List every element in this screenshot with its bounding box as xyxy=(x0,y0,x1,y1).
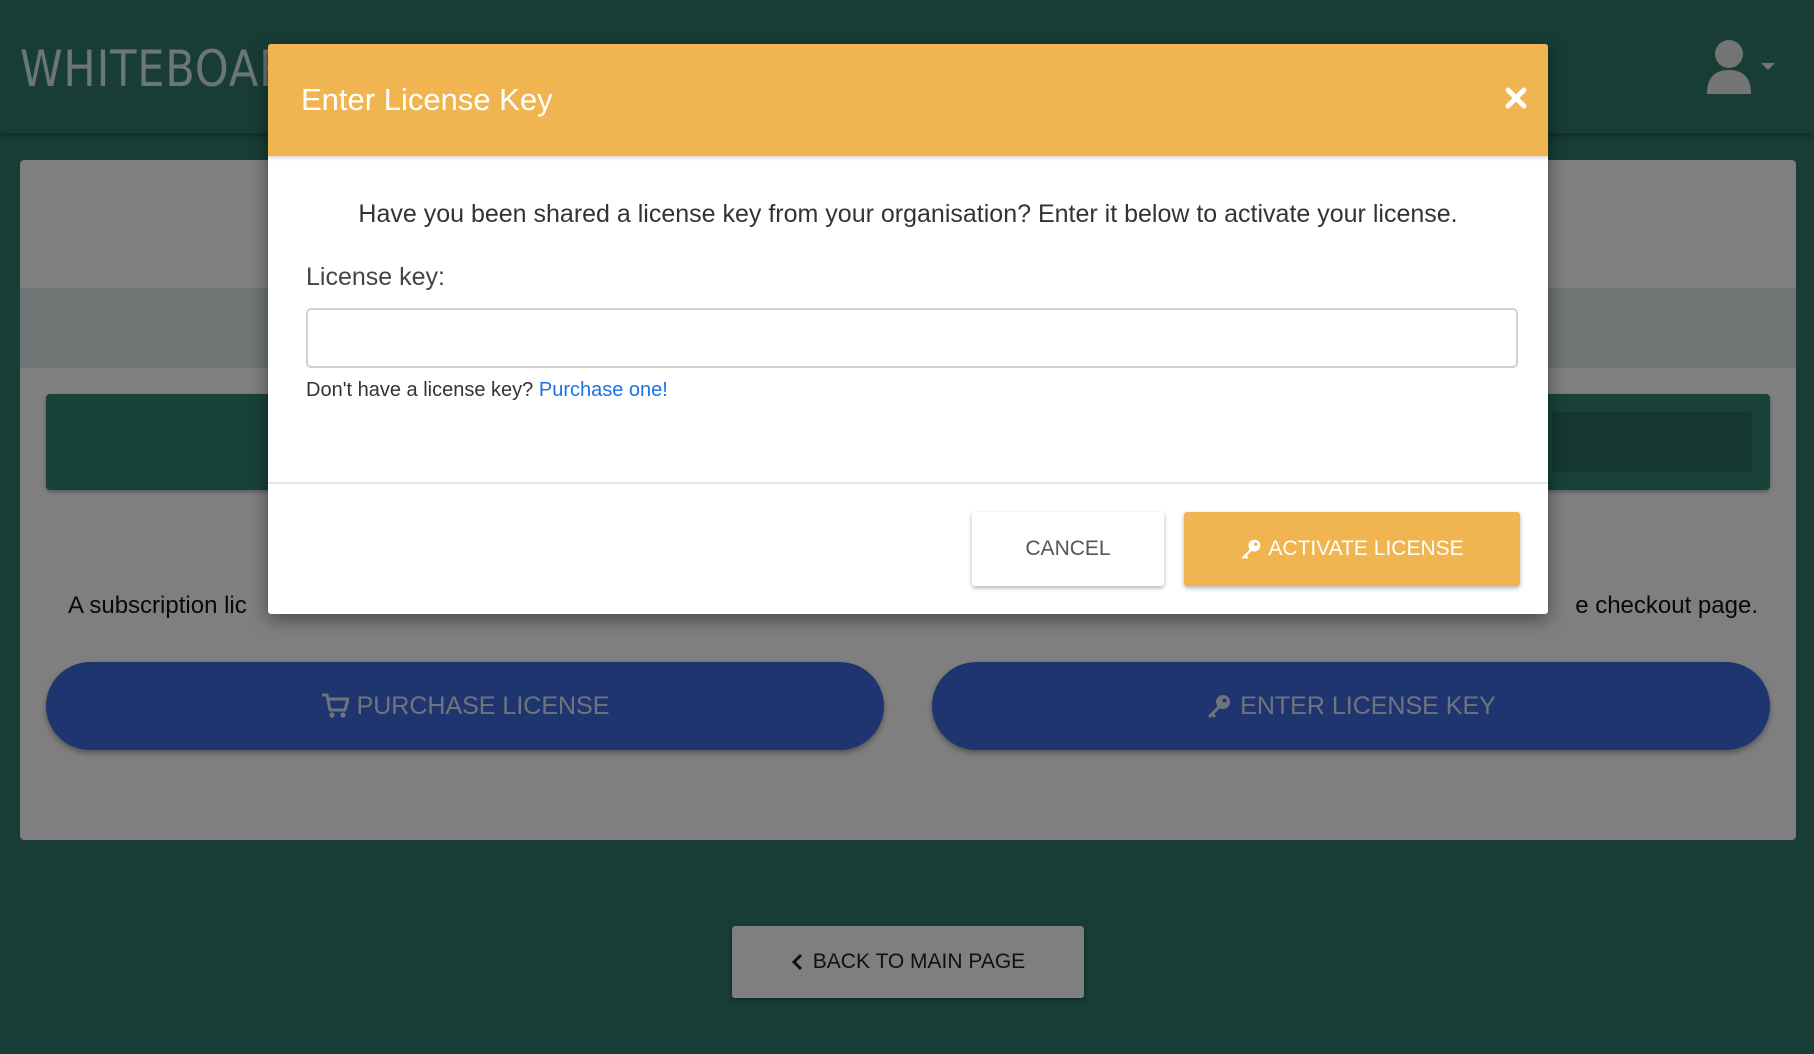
cancel-button[interactable]: CANCEL xyxy=(972,512,1164,586)
modal-intro-text: Have you been shared a license key from … xyxy=(358,200,1458,228)
license-key-input[interactable] xyxy=(306,308,1518,368)
activate-license-button[interactable]: ACTIVATE LICENSE xyxy=(1184,512,1520,586)
help-line: Don't have a license key? Purchase one! xyxy=(306,379,668,402)
purchase-one-link[interactable]: Purchase one! xyxy=(539,379,668,401)
modal-header: Enter License Key xyxy=(268,44,1548,156)
help-text: Don't have a license key? xyxy=(306,379,534,401)
close-icon xyxy=(1505,87,1527,109)
license-key-modal: Enter License Key Have you been shared a… xyxy=(268,44,1548,614)
close-button[interactable] xyxy=(1498,80,1534,116)
activate-license-label: ACTIVATE LICENSE xyxy=(1268,537,1464,560)
key-icon xyxy=(1240,538,1262,560)
modal-divider xyxy=(268,482,1548,484)
license-key-label: License key: xyxy=(306,263,445,291)
modal-title: Enter License Key xyxy=(301,82,553,117)
